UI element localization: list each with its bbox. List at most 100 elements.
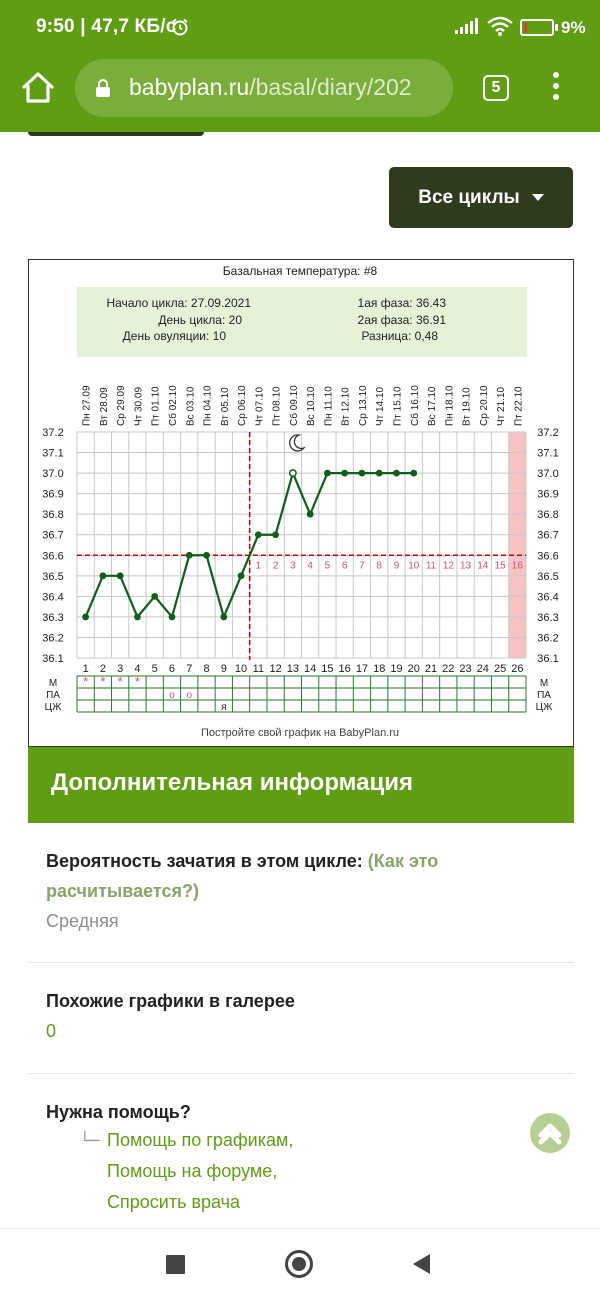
row-label-left: ПА (46, 690, 60, 701)
similar-title: Похожие графики в галерее (46, 991, 295, 1011)
y-tick-label-left: 36.9 (42, 489, 63, 501)
y-tick-label-right: 37.0 (537, 468, 558, 480)
x-tick-label: 24 (477, 663, 489, 675)
x-tick-label: 13 (287, 663, 299, 675)
x-tick-label: 14 (304, 663, 316, 675)
luteal-day-label: 1 (256, 560, 262, 571)
similar-section: Похожие графики в галерее 0 (46, 986, 566, 1046)
status-time: 9:50 | 47,7 КБ/с (36, 16, 177, 37)
x-tick-label: 22 (442, 663, 454, 675)
chart-title: Базальная температура: #8 (223, 264, 378, 278)
x-tick-label: 10 (235, 663, 247, 675)
luteal-day-label: 7 (359, 560, 365, 571)
alarm-icon (172, 18, 188, 36)
x-tick-label: 9 (221, 663, 227, 675)
info-difference: Разница: 0,48 (361, 329, 438, 343)
luteal-day-label: 4 (307, 560, 313, 571)
y-tick-label-left: 36.6 (42, 550, 63, 562)
help-title: Нужна помощь? (46, 1102, 191, 1122)
y-tick-label-right: 36.9 (537, 489, 558, 501)
data-point (375, 469, 383, 477)
luteal-day-label: 13 (460, 560, 472, 571)
date-label: Ср 29.09 (116, 385, 127, 426)
browser-toolbar: babyplan.ru/basal/diary/202 5 (0, 56, 600, 132)
date-label: Пт 08.10 (272, 386, 283, 426)
data-point (393, 469, 400, 477)
home-icon[interactable] (20, 70, 56, 106)
back-button[interactable] (413, 1254, 430, 1274)
highlight-column (508, 432, 526, 658)
data-point (151, 592, 159, 600)
data-point (341, 469, 349, 477)
data-point (220, 613, 228, 621)
row-label-right: М (540, 678, 548, 689)
info-phase1: 1ая фаза: 36.43 (358, 296, 447, 310)
tab-switcher-button[interactable]: 5 (483, 75, 509, 101)
row-label-left: М (49, 678, 57, 689)
y-tick-label-right: 36.8 (537, 509, 558, 521)
more-menu-icon[interactable] (548, 72, 564, 104)
address-text[interactable]: babyplan.ru/basal/diary/202 (129, 74, 412, 101)
data-point (203, 551, 210, 559)
x-tick-label: 16 (339, 663, 351, 675)
help-forum-link[interactable]: Помощь на форуме, (107, 1156, 293, 1187)
luteal-day-label: 6 (342, 560, 348, 571)
x-tick-label: 8 (203, 663, 209, 675)
row-mark: я (221, 702, 226, 713)
divider (28, 1073, 574, 1074)
date-label: Вт 05.10 (220, 387, 231, 426)
row-label-left: ЦЖ (45, 702, 62, 713)
probability-section: Вероятность зачатия в этом цикле: (Как э… (46, 846, 566, 936)
y-tick-label-left: 36.8 (42, 509, 63, 521)
date-label: Пн 04.10 (203, 385, 214, 426)
chart-svg: Базальная температура: #8 Начало цикла: 2… (42, 264, 558, 739)
y-tick-label-right: 36.1 (537, 653, 558, 665)
help-links: └─ Помощь по графикам, Помощь на форуме,… (80, 1125, 293, 1218)
y-tick-label-right: 36.3 (537, 612, 558, 624)
chevron-up-icon (538, 1123, 562, 1145)
info-ovulation-day: День овуляции: 10 (123, 329, 227, 343)
data-point (116, 572, 124, 580)
data-point (134, 613, 141, 621)
row-mark: o (186, 690, 192, 701)
data-point (168, 613, 176, 621)
chart-footer: Постройте свой график на BabyPlan.ru (201, 727, 399, 739)
home-button[interactable] (285, 1250, 313, 1278)
y-tick-label-left: 36.2 (42, 632, 63, 644)
recents-button[interactable] (166, 1255, 185, 1274)
y-tick-label-left: 36.1 (42, 653, 63, 665)
previous-button-edge (28, 132, 204, 136)
all-cycles-button[interactable]: Все циклы (389, 167, 573, 228)
info-cycle-start: Начало цикла: 27.09.2021 (106, 296, 251, 310)
date-label: Ср 13.10 (358, 385, 369, 426)
date-label: Пн 27.09 (82, 385, 93, 426)
ask-doctor-link[interactable]: Спросить врача (107, 1187, 293, 1218)
info-phase2: 2ая фаза: 36.91 (358, 313, 447, 327)
y-tick-label-left: 37.1 (42, 448, 63, 460)
luteal-day-label: 10 (408, 560, 420, 571)
y-tick-label-left: 36.3 (42, 612, 63, 624)
date-label: Пн 18.10 (444, 385, 455, 426)
date-label: Пт 22.10 (513, 386, 524, 426)
data-point-open (288, 469, 297, 478)
y-tick-label-left: 37.2 (42, 427, 63, 439)
luteal-day-label: 2 (273, 560, 279, 571)
data-point (254, 531, 262, 539)
signal-icon (455, 18, 478, 34)
scroll-to-top-button[interactable] (530, 1113, 570, 1153)
battery-percent: 9% (561, 18, 586, 37)
date-label: Вт 12.10 (341, 387, 352, 426)
y-tick-label-right: 36.5 (537, 571, 558, 583)
similar-count-link[interactable]: 0 (46, 1016, 566, 1046)
x-tick-label: 25 (494, 663, 506, 675)
date-label: Пт 01.10 (151, 386, 162, 426)
y-tick-label-left: 36.5 (42, 571, 63, 583)
x-tick-label: 5 (152, 663, 158, 675)
data-point (272, 531, 279, 539)
help-charts-link[interactable]: Помощь по графикам, (107, 1125, 293, 1156)
luteal-day-label: 14 (477, 560, 489, 571)
y-tick-label-right: 37.1 (537, 448, 558, 460)
date-label: Ср 20.10 (479, 385, 490, 426)
x-tick-label: 15 (321, 663, 333, 675)
address-bar[interactable]: babyplan.ru/basal/diary/202 (75, 59, 453, 117)
